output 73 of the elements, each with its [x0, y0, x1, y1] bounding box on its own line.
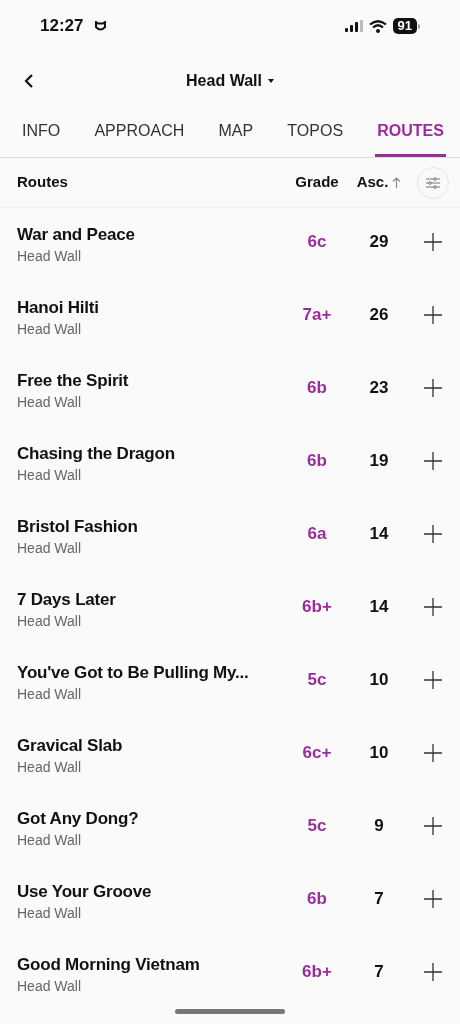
back-chevron-icon [24, 74, 34, 88]
grade: 6b [306, 376, 328, 399]
tab[interactable]: ROUTES [375, 119, 446, 157]
grade: 6b+ [301, 595, 333, 618]
tab[interactable]: INFO [20, 119, 63, 157]
sort-arrow-icon [392, 177, 402, 188]
signal-icon [344, 20, 363, 32]
ascent-count: 14 [368, 595, 390, 618]
plus-icon [424, 743, 442, 762]
crag-name: Head Wall [17, 465, 83, 485]
ascent-count: 26 [368, 303, 390, 326]
crag-name: Head Wall [17, 538, 83, 558]
route-name[interactable]: Chasing the Dragon [17, 442, 287, 465]
sort-header[interactable]: Asc. [349, 171, 409, 194]
crag-name: Head Wall [17, 976, 83, 996]
grade: 6b+ [301, 960, 333, 983]
grade: 6c+ [301, 741, 333, 764]
plus-icon [424, 232, 442, 251]
route-name[interactable]: You've Got to Be Pulling My... [17, 661, 287, 684]
grade: 5c [306, 668, 328, 691]
battery-indicator: 91 [392, 18, 417, 34]
tab[interactable]: APPROACH [92, 119, 187, 157]
route-name[interactable]: Free the Spirit [17, 369, 287, 392]
crag-name: Head Wall [17, 611, 83, 631]
tab[interactable]: MAP [216, 119, 256, 157]
ascent-count: 23 [368, 376, 390, 399]
ascent-count: 9 [373, 814, 385, 837]
plus-icon [424, 305, 442, 324]
crag-selector[interactable]: Head Wall [186, 69, 274, 93]
crag-name: Head Wall [17, 757, 83, 777]
plus-icon [424, 378, 442, 397]
caret-icon [267, 79, 274, 83]
route-name[interactable]: 7 Days Later [17, 588, 287, 611]
status-time: 12:27 [40, 15, 84, 38]
filter-icon [426, 176, 440, 189]
plus-icon [424, 816, 442, 835]
grade: 7a+ [301, 303, 333, 326]
route-name[interactable]: Gravical Slab [17, 734, 287, 757]
plus-icon [424, 597, 442, 616]
wifi-icon [368, 19, 387, 33]
plus-icon [424, 889, 442, 908]
grade: 6b [306, 449, 328, 472]
grade: 5c [306, 814, 328, 837]
grade: 6c [306, 230, 328, 253]
plus-icon [424, 524, 442, 543]
ascent-count: 7 [373, 887, 385, 910]
crag-name: Head Wall [17, 903, 83, 923]
ascent-count: 7 [373, 960, 385, 983]
plus-icon [424, 962, 442, 981]
ascent-count: 10 [368, 668, 390, 691]
crag-name: Head Wall [17, 684, 83, 704]
ascent-count: 29 [368, 230, 390, 253]
route-name[interactable]: War and Peace [17, 223, 287, 246]
route-name[interactable]: Use Your Groove [17, 880, 287, 903]
grade: 6b [306, 887, 328, 910]
route-name[interactable]: Bristol Fashion [17, 515, 287, 538]
crag-name: Head Wall [17, 392, 83, 412]
route-name[interactable]: Good Morning Vietnam [17, 953, 287, 976]
crag-name: Head Wall [17, 319, 83, 339]
route-name[interactable]: Hanoi Hilti [17, 296, 287, 319]
route-name[interactable]: Got Any Dong? [17, 807, 287, 830]
column-header: Routes [17, 172, 69, 193]
ascent-count: 19 [368, 449, 390, 472]
grade: 6a [306, 522, 328, 545]
column-header: Grade [294, 172, 340, 193]
ascent-count: 14 [368, 522, 390, 545]
crag-name: Head Wall [17, 830, 83, 850]
crag-name: Head Wall [17, 246, 83, 266]
plus-icon [424, 670, 442, 689]
tab[interactable]: TOPOS [285, 119, 346, 157]
ascent-count: 10 [368, 741, 390, 764]
plus-icon [424, 451, 442, 470]
shield-icon [95, 20, 107, 32]
